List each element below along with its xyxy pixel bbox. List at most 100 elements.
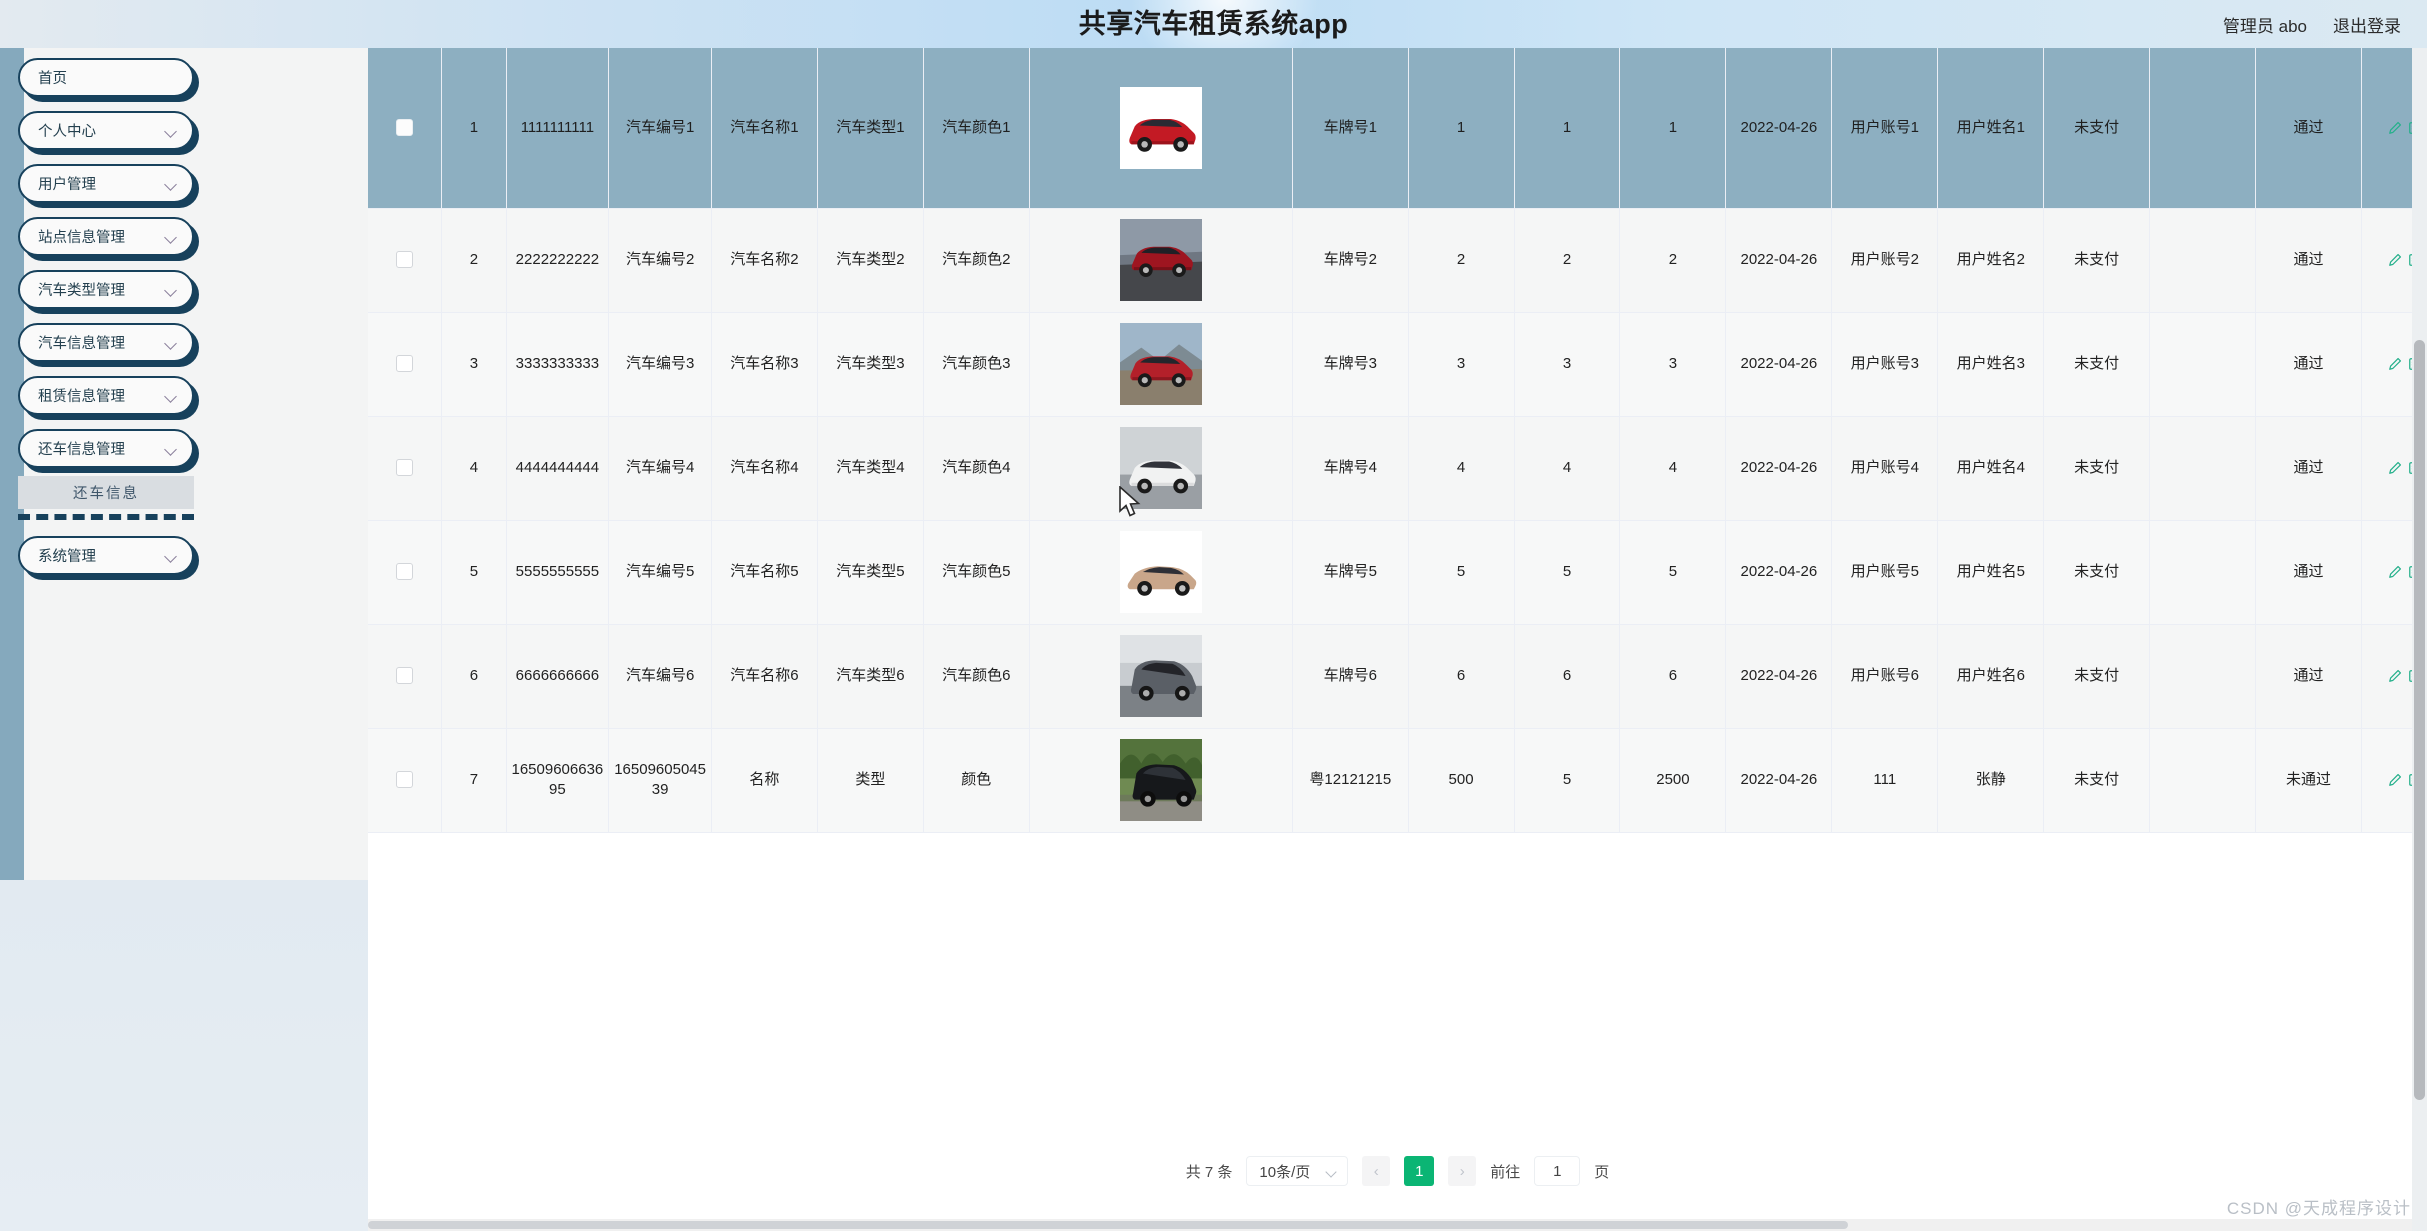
cell-plate-number: 车牌号3 bbox=[1292, 312, 1409, 417]
sidebar-divider bbox=[18, 514, 194, 520]
cell-car-image[interactable] bbox=[1029, 624, 1294, 729]
row-checkbox[interactable] bbox=[396, 251, 414, 269]
cell-row-index: 1 bbox=[441, 48, 507, 209]
pencil-icon[interactable] bbox=[2388, 669, 2402, 683]
cell-payment-status: 未支付 bbox=[2043, 48, 2151, 209]
table-row[interactable]: 1 1111111111 汽车编号1 汽车名称1 汽车类型1 汽车颜色1 车牌号1 1 1 1 20… bbox=[368, 48, 2427, 209]
sidebar-item-system-management[interactable]: 系统管理 bbox=[18, 536, 194, 575]
cell-order-number: 1111111111 bbox=[506, 48, 610, 209]
cell-audit-status: 通过 bbox=[2255, 208, 2363, 313]
cell-car-image[interactable] bbox=[1029, 48, 1294, 209]
header-actions: 管理员 abo 退出登录 bbox=[2223, 0, 2401, 48]
pagination-prev-button[interactable]: ‹ bbox=[1362, 1156, 1391, 1186]
horizontal-scrollbar-thumb[interactable] bbox=[368, 1221, 1848, 1229]
sidebar-item-personal-center[interactable]: 个人中心 bbox=[18, 111, 194, 150]
cell-payment-status: 未支付 bbox=[2043, 728, 2151, 833]
table-row[interactable]: 5 5555555555 汽车编号5 汽车名称5 汽车类型5 汽车颜色5 车牌号5 5 5 5 20… bbox=[368, 520, 2427, 625]
pencil-icon[interactable] bbox=[2388, 121, 2402, 135]
car-thumbnail-image[interactable] bbox=[1119, 219, 1202, 301]
row-checkbox[interactable] bbox=[396, 667, 414, 685]
cell-car-number: 汽车编号5 bbox=[608, 520, 712, 625]
vertical-scrollbar-thumb[interactable] bbox=[2414, 340, 2425, 1100]
logout-link[interactable]: 退出登录 bbox=[2333, 12, 2401, 37]
pagination-next-button[interactable]: › bbox=[1448, 1156, 1477, 1186]
car-thumbnail-image[interactable] bbox=[1119, 739, 1202, 821]
sidebar-item-car-info[interactable]: 汽车信息管理 bbox=[18, 323, 194, 362]
car-thumbnail-image[interactable] bbox=[1119, 635, 1202, 717]
sidebar-item-home[interactable]: 首页 bbox=[18, 58, 194, 97]
cell-deposit: 2 bbox=[1408, 208, 1515, 313]
cell-car-image[interactable] bbox=[1029, 520, 1294, 625]
pencil-icon[interactable] bbox=[2388, 357, 2402, 371]
cell-car-number: 汽车编号1 bbox=[608, 48, 712, 209]
cell-car-name: 汽车名称4 bbox=[711, 416, 818, 521]
row-checkbox-cell[interactable] bbox=[368, 416, 443, 521]
pagination-page-unit: 页 bbox=[1594, 1163, 1610, 1181]
cell-user-name: 用户姓名3 bbox=[1937, 312, 2045, 417]
pagination-page-1[interactable]: 1 bbox=[1404, 1156, 1435, 1186]
row-checkbox-cell[interactable] bbox=[368, 312, 443, 417]
row-checkbox-cell[interactable] bbox=[368, 520, 443, 625]
pagination: 共 7 条 10条/页 ‹ 1 › 前往 页 bbox=[368, 1149, 2427, 1193]
cell-car-type: 汽车类型5 bbox=[817, 520, 924, 625]
data-table: 1 1111111111 汽车编号1 汽车名称1 汽车类型1 汽车颜色1 车牌号1 1 1 1 20… bbox=[368, 48, 2427, 833]
cell-user-account: 111 bbox=[1831, 728, 1939, 833]
cell-deposit: 5 bbox=[1408, 520, 1515, 625]
cell-date: 2022-04-26 bbox=[1725, 312, 1833, 417]
cell-car-image[interactable] bbox=[1029, 416, 1294, 521]
row-checkbox[interactable] bbox=[396, 119, 414, 137]
row-checkbox[interactable] bbox=[396, 771, 414, 789]
pencil-icon[interactable] bbox=[2388, 565, 2402, 579]
row-checkbox[interactable] bbox=[396, 355, 414, 373]
row-checkbox-cell[interactable] bbox=[368, 624, 443, 729]
sidebar-item-rental-info[interactable]: 租赁信息管理 bbox=[18, 376, 194, 415]
cell-car-image[interactable] bbox=[1029, 728, 1294, 833]
sidebar-item-user-management[interactable]: 用户管理 bbox=[18, 164, 194, 203]
row-checkbox-cell[interactable] bbox=[368, 48, 443, 209]
cell-payment-status: 未支付 bbox=[2043, 312, 2151, 417]
sidebar-item-return-car-management[interactable]: 还车信息管理 bbox=[18, 429, 194, 468]
pencil-icon[interactable] bbox=[2388, 461, 2402, 475]
car-thumbnail-image[interactable] bbox=[1119, 86, 1202, 169]
row-checkbox[interactable] bbox=[396, 459, 414, 477]
cell-rental-days: 5 bbox=[1514, 728, 1621, 833]
pagination-goto-input[interactable] bbox=[1534, 1156, 1581, 1186]
cell-car-name: 汽车名称5 bbox=[711, 520, 818, 625]
row-checkbox-cell[interactable] bbox=[368, 728, 443, 833]
cell-car-image[interactable] bbox=[1029, 312, 1294, 417]
cell-plate-number: 车牌号6 bbox=[1292, 624, 1409, 729]
vertical-scrollbar[interactable] bbox=[2412, 48, 2427, 1231]
cell-order-number: 4444444444 bbox=[506, 416, 610, 521]
sidebar-item-station-info[interactable]: 站点信息管理 bbox=[18, 217, 194, 256]
horizontal-scrollbar[interactable] bbox=[368, 1219, 2412, 1231]
table-row[interactable]: 2 2222222222 汽车编号2 汽车名称2 汽车类型2 汽车颜色2 车牌号2 2 2 2 20… bbox=[368, 208, 2427, 313]
car-thumbnail-image[interactable] bbox=[1119, 427, 1202, 509]
cell-audit-status: 通过 bbox=[2255, 312, 2363, 417]
row-checkbox[interactable] bbox=[396, 563, 414, 581]
car-thumbnail-image[interactable] bbox=[1119, 323, 1202, 405]
pencil-icon[interactable] bbox=[2388, 773, 2402, 787]
cell-car-type: 类型 bbox=[817, 728, 924, 833]
row-checkbox-cell[interactable] bbox=[368, 208, 443, 313]
cell-audit-status: 通过 bbox=[2255, 624, 2363, 729]
cell-row-index: 3 bbox=[441, 312, 507, 417]
chevron-down-icon bbox=[164, 389, 178, 403]
sidebar-item-car-type[interactable]: 汽车类型管理 bbox=[18, 270, 194, 309]
cell-car-color: 汽车颜色6 bbox=[923, 624, 1030, 729]
pencil-icon[interactable] bbox=[2388, 253, 2402, 267]
sidebar-item-label: 系统管理 bbox=[38, 549, 96, 565]
page-size-select[interactable]: 10条/页 bbox=[1246, 1156, 1349, 1186]
car-thumbnail-image[interactable] bbox=[1119, 531, 1202, 613]
table-row[interactable]: 4 4444444444 汽车编号4 汽车名称4 汽车类型4 汽车颜色4 车牌号4 4 4 4 20… bbox=[368, 416, 2427, 521]
table-row[interactable]: 3 3333333333 汽车编号3 汽车名称3 汽车类型3 汽车颜色3 车牌号3 3 3 3 20… bbox=[368, 312, 2427, 417]
sidebar-subitem-return-car-info[interactable]: 还车信息 bbox=[18, 476, 194, 509]
sidebar-item-label: 首页 bbox=[38, 71, 67, 87]
data-table-scroll-area[interactable]: 1 1111111111 汽车编号1 汽车名称1 汽车类型1 汽车颜色1 车牌号1 1 1 1 20… bbox=[368, 48, 2427, 1153]
page-size-label: 10条/页 bbox=[1259, 1163, 1311, 1181]
cell-car-name: 汽车名称3 bbox=[711, 312, 818, 417]
table-row[interactable]: 7 1650960663695 1650960504539 名称 类型 颜色 粤121212… bbox=[368, 728, 2427, 833]
cell-spacer bbox=[2149, 416, 2257, 521]
cell-car-image[interactable] bbox=[1029, 208, 1294, 313]
cell-deposit: 3 bbox=[1408, 312, 1515, 417]
table-row[interactable]: 6 6666666666 汽车编号6 汽车名称6 汽车类型6 汽车颜色6 车牌号6 6 6 6 20… bbox=[368, 624, 2427, 729]
